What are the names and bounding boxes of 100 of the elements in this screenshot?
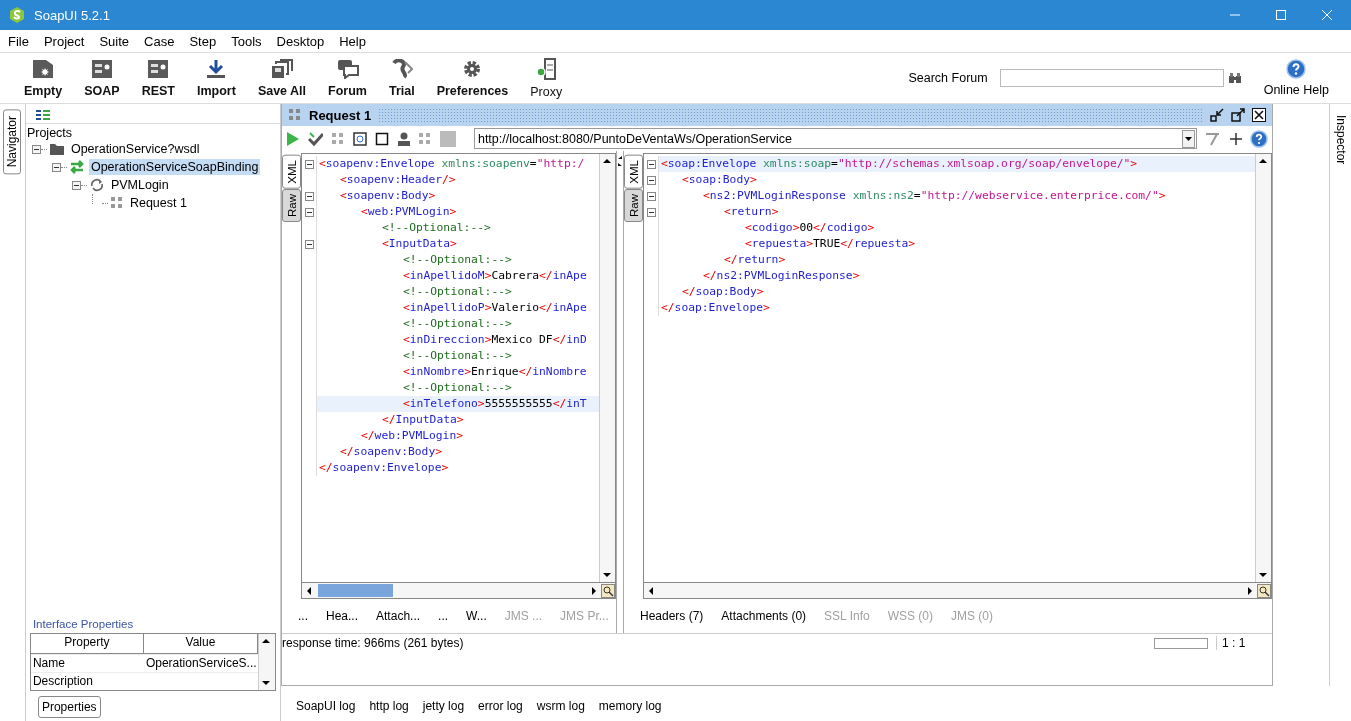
properties-button[interactable]: Properties (37, 696, 101, 718)
window-title: SoapUI 5.2.1 (34, 7, 110, 23)
log-tab[interactable]: memory log (598, 699, 662, 713)
menu-item[interactable]: Desktop (268, 31, 332, 51)
menu-item[interactable]: File (0, 31, 36, 51)
play-icon[interactable] (286, 130, 300, 147)
close-icon[interactable] (1321, 9, 1333, 21)
code-line: <soapenv:Envelope xmlns:soapenv="http:/ (318, 156, 586, 172)
swap-arrows-icon (68, 160, 85, 174)
menu-item[interactable]: Suite (91, 31, 137, 51)
square-icon[interactable] (374, 131, 389, 146)
menu-item[interactable]: Help (331, 31, 373, 51)
maximize-panel-icon[interactable] (1231, 108, 1245, 122)
inspector-tab[interactable]: Headers (7) (640, 609, 704, 623)
fold-icon[interactable] (304, 207, 314, 217)
list-view-icon[interactable] (35, 110, 50, 120)
log-tab[interactable]: error log (478, 699, 523, 713)
collapse-icon[interactable] (71, 180, 81, 190)
toolbar-button[interactable]: Trial (380, 56, 423, 100)
editor-tab[interactable]: XML (282, 155, 301, 189)
toolbar-button[interactable]: Empty (16, 56, 71, 100)
fold-icon[interactable] (304, 159, 314, 169)
url-combobox[interactable]: http://localhost:8080/PuntoDeVentaWs/OperationService (473, 128, 1197, 149)
fold-icon[interactable] (646, 191, 656, 201)
toolbar-button[interactable]: Proxy (522, 55, 571, 101)
collapse-icon[interactable] (51, 162, 61, 172)
minimize-panel-icon[interactable] (1210, 108, 1224, 122)
code-line: </ns2:PVMLoginResponse> (702, 268, 861, 284)
code-line: </web:PVMLogin> (360, 428, 465, 444)
code-line: </soap:Envelope> (660, 300, 771, 316)
column-header[interactable]: Property (30, 634, 144, 654)
stamp-icon[interactable] (396, 131, 411, 146)
fold-icon[interactable] (304, 239, 314, 249)
log-tab[interactable]: SoapUI log (296, 699, 356, 713)
collapse-icon[interactable] (31, 144, 41, 154)
fold-icon[interactable] (646, 175, 656, 185)
toolbar-button[interactable]: Save All (249, 56, 315, 100)
zoom-icon[interactable] (601, 583, 615, 598)
panel-title: Request 1 (309, 107, 372, 123)
code-line: <repuesta>TRUE</repuesta> (744, 236, 917, 252)
close-panel-icon[interactable] (1252, 108, 1266, 122)
editor-tab[interactable]: XML (624, 155, 643, 189)
code-line: </soapenv:Body> (339, 444, 444, 460)
toolbar-button[interactable]: Forum (320, 56, 375, 100)
plus-icon[interactable] (1228, 131, 1243, 146)
online-help-button[interactable]: Online Help (1263, 59, 1351, 97)
tree-item[interactable]: OperationService?wsdl (68, 141, 202, 157)
log-tab[interactable]: wsrm log (536, 699, 585, 713)
inspector-tab[interactable]: Attachments (0) (721, 609, 807, 623)
toolbar-button[interactable]: Preferences (428, 56, 517, 100)
binoculars-icon[interactable] (1227, 72, 1242, 84)
request-icon (109, 196, 124, 210)
help-icon (1286, 59, 1307, 79)
search-field[interactable] (999, 69, 1224, 87)
help-icon[interactable] (1250, 129, 1268, 148)
menu-item[interactable]: Case (136, 31, 182, 51)
splitter-arrows-icon[interactable] (617, 155, 623, 167)
fold-icon[interactable] (646, 159, 656, 169)
tree-root[interactable]: Projects (25, 124, 280, 140)
scrollbar-thumb[interactable] (318, 584, 393, 597)
menu-item[interactable]: Project (35, 31, 92, 51)
inspector-tab[interactable]: ... (438, 609, 449, 623)
server-icon (535, 57, 558, 80)
log-tab[interactable]: http log (369, 699, 409, 713)
toolbar-button[interactable]: Import (189, 56, 244, 100)
log-tab[interactable]: jetty log (422, 699, 465, 713)
inspector-tab[interactable]: Attach... (376, 609, 421, 623)
check-icon[interactable] (307, 130, 324, 147)
status-text: response time: 966ms (261 bytes) (282, 636, 464, 650)
code-line: </return> (723, 252, 787, 268)
navigator-tab[interactable]: Navigator (3, 109, 22, 175)
toolbar-button[interactable]: SOAP (76, 56, 128, 100)
code-line: <inApellidoM>Cabrera</inApe (402, 268, 588, 284)
menu-item[interactable]: Tools (223, 31, 269, 51)
window-icon[interactable] (353, 131, 367, 146)
inspector-tab[interactable]: Hea... (326, 609, 359, 623)
inspector-tab[interactable]: W... (466, 609, 487, 623)
maximize-icon[interactable] (1275, 9, 1287, 21)
code-line: <!--Optional:--> (402, 348, 513, 364)
editor-tab[interactable]: Raw (624, 188, 643, 222)
toolbar-button[interactable]: REST (133, 56, 183, 100)
folder-icon (48, 142, 65, 156)
tree-item[interactable]: Request 1 (127, 195, 189, 211)
document-icon (32, 58, 55, 79)
code-line: <!--Optional:--> (402, 316, 513, 332)
zoom-icon[interactable] (1257, 583, 1271, 598)
code-line: <ns2:PVMLoginResponse xmlns:ns2="http://webservice.enterprice.com/"> (702, 188, 1167, 204)
cursor-position: 1 : 1 (1216, 636, 1272, 650)
code-line: <inNombre>Enrique</inNombre (402, 364, 588, 380)
editor-tab[interactable]: Raw (282, 188, 301, 222)
menu-item[interactable]: Step (181, 31, 224, 51)
service-icon (90, 58, 113, 79)
tree-item[interactable]: OperationServiceSoapBinding (88, 159, 261, 175)
table-cell-text: Name (31, 655, 66, 672)
code-line: </soap:Body> (681, 284, 765, 300)
code-line: <codigo>00</codigo> (744, 220, 876, 236)
tree-item[interactable]: PVMLogin (108, 177, 171, 193)
fold-icon[interactable] (646, 207, 656, 217)
inspector-tab[interactable]: ... (298, 609, 308, 623)
fold-icon[interactable] (304, 191, 314, 201)
